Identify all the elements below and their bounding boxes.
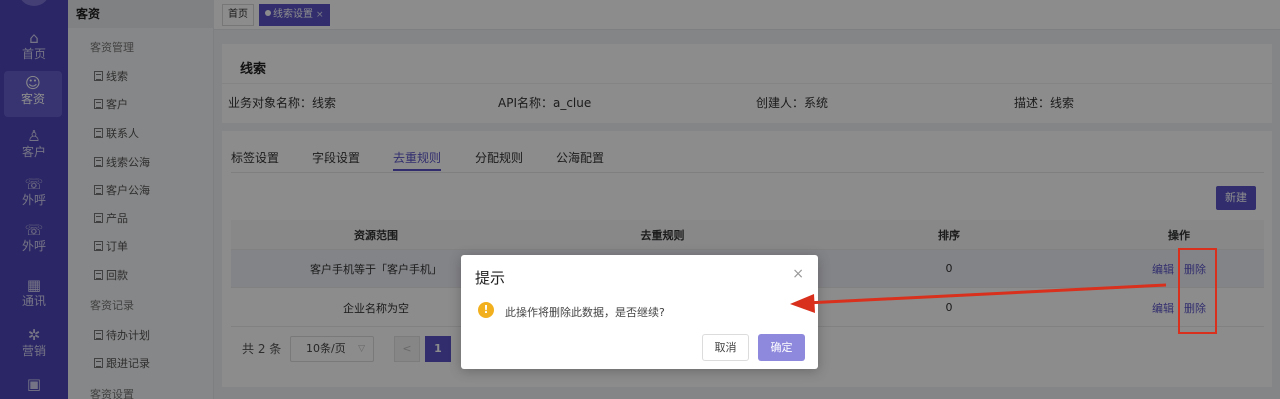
arrow-head (790, 294, 815, 313)
arrow-shaft (805, 283, 1167, 305)
annotation-arrow (790, 283, 1167, 313)
